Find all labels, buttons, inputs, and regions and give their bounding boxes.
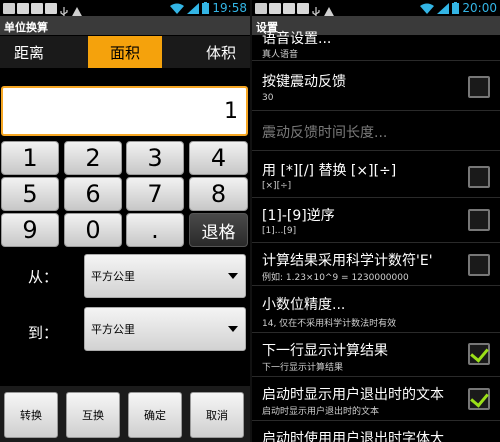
- battery-icon: [452, 0, 460, 18]
- backspace-button[interactable]: 退格: [189, 213, 248, 247]
- warning-icon: [71, 3, 83, 18]
- pref-reverse-checkbox[interactable]: [468, 209, 490, 231]
- wifi-icon: [420, 0, 435, 18]
- pref-sci-notation-checkbox[interactable]: [468, 254, 490, 276]
- divider: [252, 150, 500, 151]
- usb-icon: [59, 3, 69, 17]
- divider: [252, 332, 500, 333]
- from-unit-value: 平方公里: [91, 270, 135, 283]
- image-icon: [283, 2, 295, 14]
- dropdown-arrow-icon: [228, 326, 238, 332]
- pref-voice-title[interactable]: 语音设置...: [262, 28, 331, 48]
- status-time: 20:00: [462, 1, 497, 15]
- pref-vibrate-checkbox[interactable]: [468, 76, 490, 98]
- status-bar: 20:00: [252, 0, 500, 18]
- key-7[interactable]: 7: [126, 177, 184, 211]
- pref-sci-notation-summary: 例如: 1.23×10^9 = 1230000000: [262, 273, 409, 283]
- status-time: 19:58: [212, 1, 247, 15]
- status-bar: 19:58: [0, 0, 250, 18]
- divider: [252, 376, 500, 377]
- key-3[interactable]: 3: [126, 141, 184, 175]
- key-4[interactable]: 4: [189, 141, 248, 175]
- converter-screen: 19:58 单位换算 距离 面积 体积 1 1 2 3 4 5 6 7 8 9 …: [0, 0, 250, 442]
- image-icon: [17, 2, 29, 14]
- cancel-button[interactable]: 取消: [190, 392, 244, 438]
- to-unit-value: 平方公里: [91, 323, 135, 336]
- pref-vibrate-length-title[interactable]: 震动反馈时间长度...: [262, 122, 387, 142]
- pref-next-line-title[interactable]: 下一行显示计算结果: [262, 340, 388, 360]
- signal-icon: [437, 0, 450, 18]
- image-icon: [297, 2, 309, 14]
- signal-icon: [187, 0, 200, 18]
- warning-icon: [323, 3, 335, 18]
- pref-restore-text-title[interactable]: 启动时显示用户退出时的文本: [262, 384, 444, 404]
- pref-next-line-summary: 下一行显示计算结果: [262, 363, 344, 373]
- from-unit-select[interactable]: 平方公里: [84, 254, 246, 298]
- pref-voice-summary: 真人语音: [262, 50, 299, 60]
- divider: [252, 285, 500, 286]
- key-decimal[interactable]: .: [126, 213, 184, 247]
- pref-restore-text-summary: 启动时显示用户退出时的文本: [262, 407, 380, 417]
- value-display[interactable]: 1: [1, 86, 248, 136]
- pref-replace-ops-title[interactable]: 用 [*][/] 替换 [×][÷]: [262, 160, 396, 180]
- dropdown-arrow-icon: [228, 273, 238, 279]
- key-1[interactable]: 1: [1, 141, 59, 175]
- image-icon: [45, 2, 57, 14]
- key-2[interactable]: 2: [64, 141, 122, 175]
- pref-replace-ops-checkbox[interactable]: [468, 166, 490, 188]
- tab-area[interactable]: 面积: [88, 36, 162, 68]
- tab-volume[interactable]: 体积: [162, 36, 250, 68]
- key-8[interactable]: 8: [189, 177, 248, 211]
- image-icon: [31, 2, 43, 14]
- pref-sci-notation-title[interactable]: 计算结果采用科学计数符'E': [262, 250, 433, 270]
- unit-tabs: 距离 面积 体积: [0, 36, 250, 68]
- pref-precision-summary: 14, 仅在不采用科学计数法时有效: [262, 319, 397, 329]
- settings-screen: 20:00 设置 语音设置... 真人语音 按键震动反馈 30 震动反馈时间长度…: [252, 0, 500, 442]
- battery-icon: [202, 0, 210, 18]
- key-5[interactable]: 5: [1, 177, 59, 211]
- divider: [252, 420, 500, 421]
- ok-button[interactable]: 确定: [128, 392, 182, 438]
- to-label: 到：: [28, 324, 59, 342]
- pref-restore-text-checkbox[interactable]: [468, 388, 490, 410]
- pref-restore-font-title[interactable]: 启动时使用用户退出时字体大: [262, 428, 444, 442]
- usb-icon: [311, 3, 321, 17]
- pref-reverse-title[interactable]: [1]-[9]逆序: [262, 205, 335, 225]
- app-title: 单位换算: [0, 16, 250, 35]
- pref-precision-title[interactable]: 小数位精度...: [262, 294, 345, 314]
- image-icon: [269, 2, 281, 14]
- pref-replace-ops-summary: [×][÷]: [262, 181, 292, 191]
- to-unit-select[interactable]: 平方公里: [84, 307, 246, 351]
- divider: [252, 60, 500, 61]
- tab-distance[interactable]: 距离: [0, 36, 88, 68]
- swap-button[interactable]: 互换: [66, 392, 120, 438]
- divider: [252, 242, 500, 243]
- key-0[interactable]: 0: [64, 213, 122, 247]
- pref-vibrate-title[interactable]: 按键震动反馈: [262, 71, 346, 91]
- wifi-icon: [170, 0, 185, 18]
- divider: [252, 110, 500, 111]
- key-6[interactable]: 6: [64, 177, 122, 211]
- convert-button[interactable]: 转换: [4, 392, 58, 438]
- notification-icon: [255, 2, 267, 14]
- from-label: 从：: [28, 268, 59, 286]
- pref-vibrate-summary: 30: [262, 93, 274, 103]
- pref-reverse-summary: [1]...[9]: [262, 226, 297, 236]
- divider: [252, 197, 500, 198]
- notification-icon: [3, 2, 15, 14]
- key-9[interactable]: 9: [1, 213, 59, 247]
- pref-next-line-checkbox[interactable]: [468, 343, 490, 365]
